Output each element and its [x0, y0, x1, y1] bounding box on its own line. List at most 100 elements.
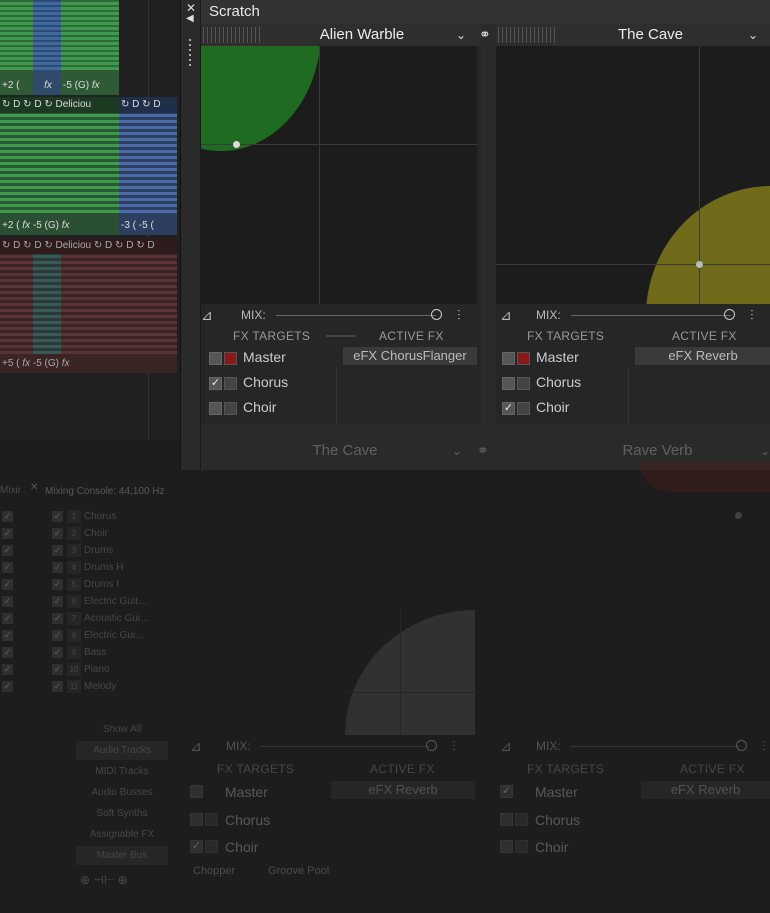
xy-point[interactable] [233, 141, 240, 148]
channel-checkbox[interactable]: ✓ [2, 664, 13, 675]
preset-name[interactable]: The Cave [250, 440, 440, 462]
channel-checkbox[interactable]: ✓ [2, 579, 13, 590]
tab-groove-pool[interactable]: Groove Pool [268, 865, 329, 877]
preset-name[interactable]: Alien Warble [267, 24, 457, 46]
console-channel-row[interactable]: ✓ ✓ 11 Melody [0, 678, 170, 695]
audio-clip[interactable]: ↻ D ↻ D ↻ Deliciou ↻ D ↻ D ↻ D +5 ( fx -… [0, 238, 177, 373]
fx-icon[interactable]: fx [92, 80, 100, 91]
target-checkbox-master[interactable] [502, 352, 515, 365]
target-choir[interactable]: Choir [243, 396, 276, 418]
chart-icon[interactable]: ⊿ [190, 735, 202, 757]
console-channel-row[interactable]: ✓ ✓ 10 Piano [0, 661, 170, 678]
mix-slider-knob[interactable] [431, 309, 442, 320]
chart-icon[interactable]: ⊿ [201, 304, 221, 326]
mixer-settings-icon[interactable]: ⫶ [452, 735, 456, 757]
chevron-down-icon[interactable]: ⌄ [748, 24, 758, 46]
target-master[interactable]: Master [225, 781, 268, 803]
channel-checkbox[interactable]: ✓ [52, 596, 63, 607]
active-fx-item[interactable]: eFX Reverb [641, 781, 770, 799]
mixer-settings-icon[interactable]: ⫶ [457, 304, 461, 326]
console-channel-row[interactable]: ✓ ✓ 7 Acoustic Gui… [0, 610, 170, 627]
audio-clip[interactable]: fx [33, 0, 61, 95]
xy-pad[interactable] [345, 610, 475, 735]
console-channel-row[interactable]: ✓ ✓ 6 Electric Guit… [0, 593, 170, 610]
target-chorus[interactable]: Chorus [535, 809, 580, 831]
console-nav-item[interactable]: Audio Busses [76, 783, 168, 802]
channel-checkbox[interactable]: ✓ [2, 545, 13, 556]
target-checkbox-choir[interactable] [209, 402, 222, 415]
channel-checkbox[interactable]: ✓ [52, 511, 63, 522]
console-nav-item[interactable]: Show All [76, 720, 168, 739]
zoom-controls[interactable]: ⊕ ⊣⊢ ⊕ [80, 873, 128, 887]
xy-point[interactable] [735, 512, 742, 519]
channel-checkbox[interactable]: ✓ [52, 545, 63, 556]
channel-checkbox[interactable]: ✓ [2, 681, 13, 692]
target-checkbox-chorus[interactable] [500, 813, 513, 826]
target-master[interactable]: Master [536, 346, 579, 368]
console-nav-item[interactable]: MIDI Tracks [76, 762, 168, 781]
audio-clip[interactable]: ↻ D ↻ D ↻ Deliciou +2 ( fx -5 (G) fx [0, 97, 119, 235]
chevron-down-icon[interactable]: ⌄ [456, 24, 466, 46]
target-master[interactable]: Master [535, 781, 578, 803]
active-fx-item[interactable]: eFX ChorusFlanger [343, 347, 477, 365]
preset-name[interactable]: The Cave [558, 24, 743, 46]
target-checkbox-master[interactable]: ✓ [500, 785, 513, 798]
mixer-settings-icon[interactable]: ⫶ [762, 735, 766, 757]
target-checkbox-choir[interactable]: ✓ [502, 402, 515, 415]
channel-checkbox[interactable]: ✓ [2, 511, 13, 522]
active-fx-item[interactable]: eFX Reverb [331, 781, 475, 799]
channel-checkbox[interactable]: ✓ [52, 681, 63, 692]
target-master[interactable]: Master [243, 346, 286, 368]
channel-checkbox[interactable]: ✓ [2, 596, 13, 607]
console-nav-item[interactable]: Soft Synths [76, 804, 168, 823]
target-chorus[interactable]: Chorus [536, 371, 581, 393]
console-channel-row[interactable]: ✓ ✓ 9 Bass [0, 644, 170, 661]
chevron-down-icon[interactable]: ⌄ [452, 440, 462, 462]
xy-pad[interactable] [201, 46, 477, 304]
link-icon[interactable]: ⚭ [479, 26, 491, 43]
target-choir[interactable]: Choir [225, 836, 258, 858]
link-icon[interactable]: ⚭ [477, 442, 489, 459]
channel-checkbox[interactable]: ✓ [52, 562, 63, 573]
target-checkbox-chorus[interactable] [190, 813, 203, 826]
channel-checkbox[interactable]: ✓ [52, 613, 63, 624]
channel-checkbox[interactable]: ✓ [52, 664, 63, 675]
unit-grip[interactable] [203, 27, 261, 43]
console-nav-item[interactable]: Assignable FX [76, 825, 168, 844]
collapse-arrow-icon[interactable]: ◀ [186, 13, 194, 24]
audio-clip[interactable]: +2 ( [0, 0, 33, 95]
mixer-settings-icon[interactable]: ⫶ [750, 304, 754, 326]
target-checkbox-choir[interactable] [500, 840, 513, 853]
target-choir[interactable]: Choir [535, 836, 568, 858]
target-choir[interactable]: Choir [536, 396, 569, 418]
channel-checkbox[interactable]: ✓ [2, 528, 13, 539]
mix-slider-knob[interactable] [736, 740, 747, 751]
unit-grip[interactable] [498, 27, 556, 43]
preset-name[interactable]: Rave Verb [560, 440, 755, 462]
channel-checkbox[interactable]: ✓ [2, 630, 13, 641]
target-checkbox-chorus[interactable]: ✓ [209, 377, 222, 390]
channel-checkbox[interactable]: ✓ [52, 647, 63, 658]
mix-slider-knob[interactable] [426, 740, 437, 751]
target-checkbox-choir[interactable]: ✓ [190, 840, 203, 853]
console-channel-row[interactable]: ✓ ✓ 1 Chorus [0, 508, 170, 525]
target-checkbox-chorus[interactable] [502, 377, 515, 390]
console-channel-row[interactable]: ✓ ✓ 5 Drums I [0, 576, 170, 593]
target-chorus[interactable]: Chorus [243, 371, 288, 393]
xy-point[interactable] [696, 261, 703, 268]
console-nav-item[interactable]: Master Bus [76, 846, 168, 865]
chart-icon[interactable]: ⊿ [500, 304, 520, 326]
xy-pad[interactable] [496, 46, 770, 304]
active-fx-item[interactable]: eFX Reverb [635, 347, 770, 365]
channel-checkbox[interactable]: ✓ [52, 630, 63, 641]
chart-icon[interactable]: ⊿ [500, 735, 512, 757]
channel-checkbox[interactable]: ✓ [2, 647, 13, 658]
target-checkbox-master[interactable] [190, 785, 203, 798]
channel-checkbox[interactable]: ✓ [2, 613, 13, 624]
channel-checkbox[interactable]: ✓ [52, 528, 63, 539]
console-channel-row[interactable]: ✓ ✓ 4 Drums H [0, 559, 170, 576]
audio-clip[interactable]: ↻ D ↻ D -3 ( -5 ( [119, 97, 177, 235]
mix-slider-knob[interactable] [724, 309, 735, 320]
drag-handle-icon[interactable] [189, 36, 191, 66]
target-chorus[interactable]: Chorus [225, 809, 270, 831]
